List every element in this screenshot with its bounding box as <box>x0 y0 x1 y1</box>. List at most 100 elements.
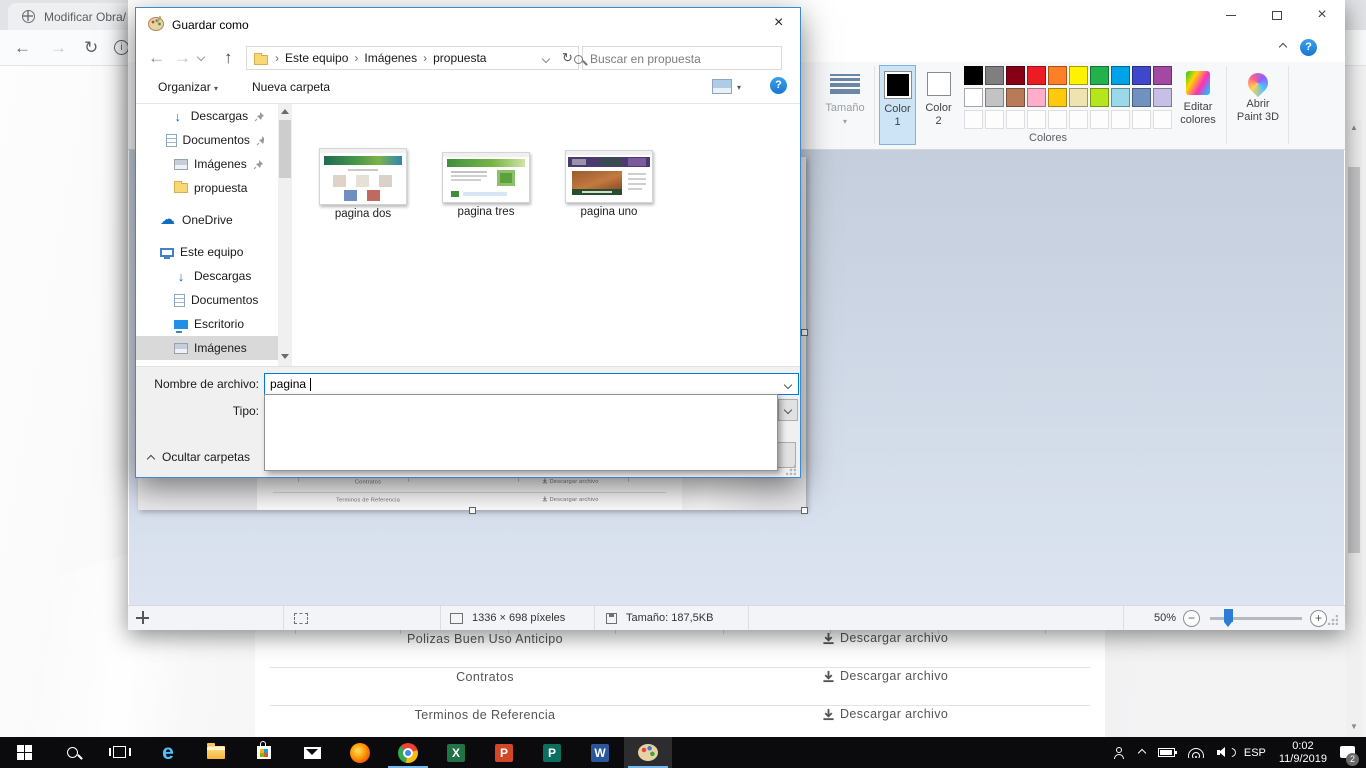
volume-icon[interactable] <box>1217 747 1231 758</box>
taskbar-search-button[interactable] <box>48 737 96 768</box>
sidebar-scrollbar[interactable] <box>278 104 292 366</box>
page-scrollbar[interactable]: ▲ ▼ <box>1346 120 1362 737</box>
palette-color-c8bfe7[interactable] <box>1153 88 1172 107</box>
address-bar[interactable]: › Este equipo › Imágenes › propuesta <box>246 46 558 70</box>
zoom-out-button[interactable]: − <box>1183 610 1200 627</box>
palette-color-7f7f7f[interactable] <box>985 66 1004 85</box>
canvas-resize-handle-corner[interactable] <box>801 507 808 514</box>
search-box[interactable]: Buscar en propuesta <box>582 46 782 70</box>
palette-color-c3c3c3[interactable] <box>985 88 1004 107</box>
sidebar-item-descargas[interactable]: ↓ Descargas <box>136 264 278 288</box>
filename-input[interactable]: pagina <box>264 373 799 395</box>
taskbar-chrome[interactable] <box>384 737 432 768</box>
notification-icon[interactable]: 2 <box>1340 746 1356 760</box>
tray-expand-icon[interactable] <box>1138 748 1146 756</box>
browser-forward-icon[interactable]: → <box>50 39 67 56</box>
scrollbar-thumb[interactable] <box>1348 167 1360 553</box>
size-button[interactable]: Tamaño ▾ <box>818 65 872 145</box>
taskbar-powerpoint[interactable]: P <box>480 737 528 768</box>
view-dropdown-icon[interactable]: ▾ <box>737 83 741 92</box>
canvas-resize-handle-right[interactable] <box>801 329 808 336</box>
people-icon[interactable] <box>1113 747 1126 759</box>
palette-color-ffaec9[interactable] <box>1027 88 1046 107</box>
file-item-pagina-dos[interactable]: pagina dos <box>308 148 418 220</box>
language-indicator[interactable]: ESP <box>1244 747 1266 759</box>
palette-color-3f48cc[interactable] <box>1132 66 1151 85</box>
close-button[interactable]: × <box>1299 0 1345 30</box>
scrollbar-up-icon[interactable]: ▲ <box>1350 124 1358 132</box>
palette-empty-slot[interactable] <box>985 110 1004 129</box>
palette-empty-slot[interactable] <box>1048 110 1067 129</box>
palette-empty-slot[interactable] <box>1090 110 1109 129</box>
sidebar-item-imagenes-pinned[interactable]: Imágenes <box>136 152 278 176</box>
palette-color-b5e61d[interactable] <box>1090 88 1109 107</box>
sidebar-item-documentos[interactable]: Documentos <box>136 288 278 312</box>
clock[interactable]: 0:02 11/9/2019 <box>1279 740 1327 765</box>
battery-icon[interactable] <box>1158 748 1175 757</box>
organize-menu[interactable]: Organizar ▾ <box>158 80 218 94</box>
palette-color-00a2e8[interactable] <box>1111 66 1130 85</box>
dialog-close-icon[interactable]: × <box>774 14 783 32</box>
download-link[interactable]: Descargar archivo <box>822 669 948 683</box>
filetype-dropdown-button[interactable] <box>778 399 798 421</box>
palette-empty-slot[interactable] <box>1006 110 1025 129</box>
zoom-in-button[interactable]: + <box>1310 610 1327 627</box>
sidebar-item-onedrive[interactable]: ☁ OneDrive <box>136 208 278 232</box>
zoom-slider-thumb[interactable] <box>1224 609 1233 622</box>
file-item-pagina-uno[interactable]: pagina uno <box>554 148 664 218</box>
taskbar-mail[interactable] <box>288 737 336 768</box>
scroll-up-icon[interactable] <box>281 109 289 114</box>
sidebar-item-imagenes-selected[interactable]: Imágenes <box>136 336 278 360</box>
view-mode-icon[interactable] <box>712 79 732 94</box>
sidebar-scrollbar-thumb[interactable] <box>279 120 291 178</box>
taskbar-publisher[interactable]: P <box>528 737 576 768</box>
palette-empty-slot[interactable] <box>1153 110 1172 129</box>
taskbar-store[interactable] <box>240 737 288 768</box>
sidebar-item-documentos-pinned[interactable]: Documentos <box>136 128 278 152</box>
breadcrumb-item[interactable]: Este equipo <box>281 51 352 65</box>
palette-empty-slot[interactable] <box>1132 110 1151 129</box>
palette-empty-slot[interactable] <box>1069 110 1088 129</box>
taskbar-task-view-button[interactable] <box>96 737 144 768</box>
paint-help-icon[interactable]: ? <box>1300 39 1317 56</box>
window-resize-grip[interactable] <box>1328 615 1338 625</box>
palette-empty-slot[interactable] <box>964 110 983 129</box>
taskbar-file-explorer[interactable] <box>192 737 240 768</box>
palette-color-880015[interactable] <box>1006 66 1025 85</box>
taskbar-word[interactable]: W <box>576 737 624 768</box>
palette-color-efe4b0[interactable] <box>1069 88 1088 107</box>
sidebar-item-este-equipo[interactable]: Este equipo <box>136 240 278 264</box>
download-link[interactable]: Descargar archivo <box>822 707 948 721</box>
breadcrumb-item[interactable]: Imágenes <box>360 51 421 65</box>
site-info-icon[interactable]: i <box>114 40 129 55</box>
search-icon[interactable] <box>574 55 583 64</box>
palette-color-fff200[interactable] <box>1069 66 1088 85</box>
dialog-back-icon[interactable]: ← <box>148 49 165 66</box>
collapse-ribbon-icon[interactable] <box>1279 43 1287 51</box>
download-link[interactable]: Descargar archivo <box>822 631 948 645</box>
taskbar-start-button[interactable] <box>0 737 48 768</box>
breadcrumb-item[interactable]: propuesta <box>429 51 490 65</box>
palette-color-99d9ea[interactable] <box>1111 88 1130 107</box>
palette-color-a349a4[interactable] <box>1153 66 1172 85</box>
history-dropdown-icon[interactable] <box>197 53 205 61</box>
hide-folders-button[interactable]: Ocultar carpetas <box>148 450 250 464</box>
palette-color-b97a57[interactable] <box>1006 88 1025 107</box>
palette-color-ff7f27[interactable] <box>1048 66 1067 85</box>
maximize-button[interactable] <box>1254 0 1300 30</box>
palette-color-22b14c[interactable] <box>1090 66 1109 85</box>
filename-dropdown-icon[interactable] <box>784 381 792 389</box>
address-dropdown-icon[interactable] <box>542 55 550 63</box>
scroll-down-icon[interactable] <box>281 354 289 359</box>
minimize-button[interactable] <box>1208 0 1254 30</box>
dialog-resize-grip[interactable] <box>786 465 796 475</box>
up-directory-icon[interactable]: ↑ <box>224 49 233 66</box>
scrollbar-down-icon[interactable]: ▼ <box>1350 723 1358 731</box>
dialog-title-bar[interactable]: Guardar como × <box>136 8 800 40</box>
browser-reload-icon[interactable]: ↻ <box>84 39 98 56</box>
taskbar-edge[interactable]: e <box>144 737 192 768</box>
palette-color-000000[interactable] <box>964 66 983 85</box>
sidebar-item-descargas-pinned[interactable]: ↓ Descargas <box>136 104 278 128</box>
palette-color-ffffff[interactable] <box>964 88 983 107</box>
filename-suggestion-dropdown[interactable] <box>264 394 778 471</box>
